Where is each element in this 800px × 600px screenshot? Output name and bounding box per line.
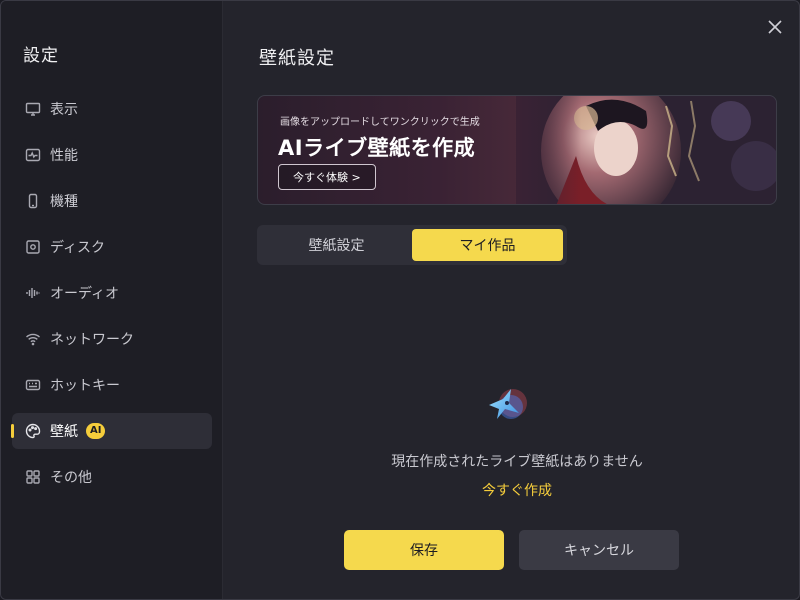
sidebar-item-label: その他 — [50, 470, 92, 486]
banner-illustration — [516, 96, 776, 204]
try-now-button[interactable]: 今すぐ体験 > — [278, 164, 376, 190]
create-now-link[interactable]: 今すぐ作成 — [257, 480, 777, 500]
monitor-icon — [24, 100, 42, 118]
close-button[interactable] — [765, 17, 785, 37]
sidebar-item-label: ネットワーク — [50, 332, 134, 348]
wallpaper-tabs: 壁紙設定 マイ作品 — [257, 225, 567, 265]
ai-wallpaper-banner[interactable]: 画像をアップロードしてワンクリックで生成 AIライブ壁紙を作成 今すぐ体験 > — [257, 95, 777, 205]
sidebar-item-wallpaper[interactable]: 壁紙 AI — [11, 413, 212, 449]
wifi-icon — [24, 330, 42, 348]
disk-icon — [24, 238, 42, 256]
banner-title: AIライブ壁紙を作成 — [278, 136, 476, 160]
sidebar-item-label: オーディオ — [50, 286, 120, 302]
sidebar-item-label: ディスク — [50, 240, 106, 256]
audio-wave-icon — [24, 284, 42, 302]
cancel-button[interactable]: キャンセル — [519, 530, 679, 570]
tab-my-works[interactable]: マイ作品 — [412, 229, 563, 261]
close-icon — [768, 20, 782, 34]
palette-icon — [24, 422, 42, 440]
empty-state-message: 現在作成されたライブ壁紙はありません — [391, 454, 643, 470]
save-button[interactable]: 保存 — [344, 530, 504, 570]
tab-wallpaper-settings[interactable]: 壁紙設定 — [261, 229, 412, 261]
sidebar-item-label: ホットキー — [50, 378, 120, 394]
sidebar-item-disk[interactable]: ディスク — [12, 229, 212, 265]
sidebar: 設定 表示 性能 機種 ディスク オーディオ ネットワーク ホットキー 壁紙 A… — [1, 1, 223, 599]
sidebar-item-performance[interactable]: 性能 — [12, 137, 212, 173]
sidebar-item-label: 壁紙 — [50, 424, 78, 440]
sidebar-item-hotkey[interactable]: ホットキー — [12, 367, 212, 403]
sidebar-item-label: 機種 — [50, 194, 78, 210]
ai-badge: AI — [86, 423, 106, 439]
sidebar-item-label: 性能 — [50, 148, 78, 164]
sidebar-item-label: 表示 — [50, 102, 78, 118]
sidebar-item-other[interactable]: その他 — [12, 459, 212, 495]
sidebar-item-audio[interactable]: オーディオ — [12, 275, 212, 311]
keyboard-icon — [24, 376, 42, 394]
sidebar-item-display[interactable]: 表示 — [12, 91, 212, 127]
sidebar-item-network[interactable]: ネットワーク — [12, 321, 212, 357]
phone-icon — [24, 192, 42, 210]
sidebar-nav: 表示 性能 機種 ディスク オーディオ ネットワーク ホットキー 壁紙 AI そ… — [11, 91, 212, 505]
sidebar-item-device[interactable]: 機種 — [12, 183, 212, 219]
empty-state-icon — [489, 389, 527, 419]
sidebar-title: 設定 — [23, 46, 59, 66]
pulse-icon — [24, 146, 42, 164]
grid-icon — [24, 468, 42, 486]
banner-subtitle: 画像をアップロードしてワンクリックで生成 — [280, 117, 480, 128]
page-title: 壁紙設定 — [259, 48, 335, 69]
settings-window: 設定 表示 性能 機種 ディスク オーディオ ネットワーク ホットキー 壁紙 A… — [0, 0, 800, 600]
